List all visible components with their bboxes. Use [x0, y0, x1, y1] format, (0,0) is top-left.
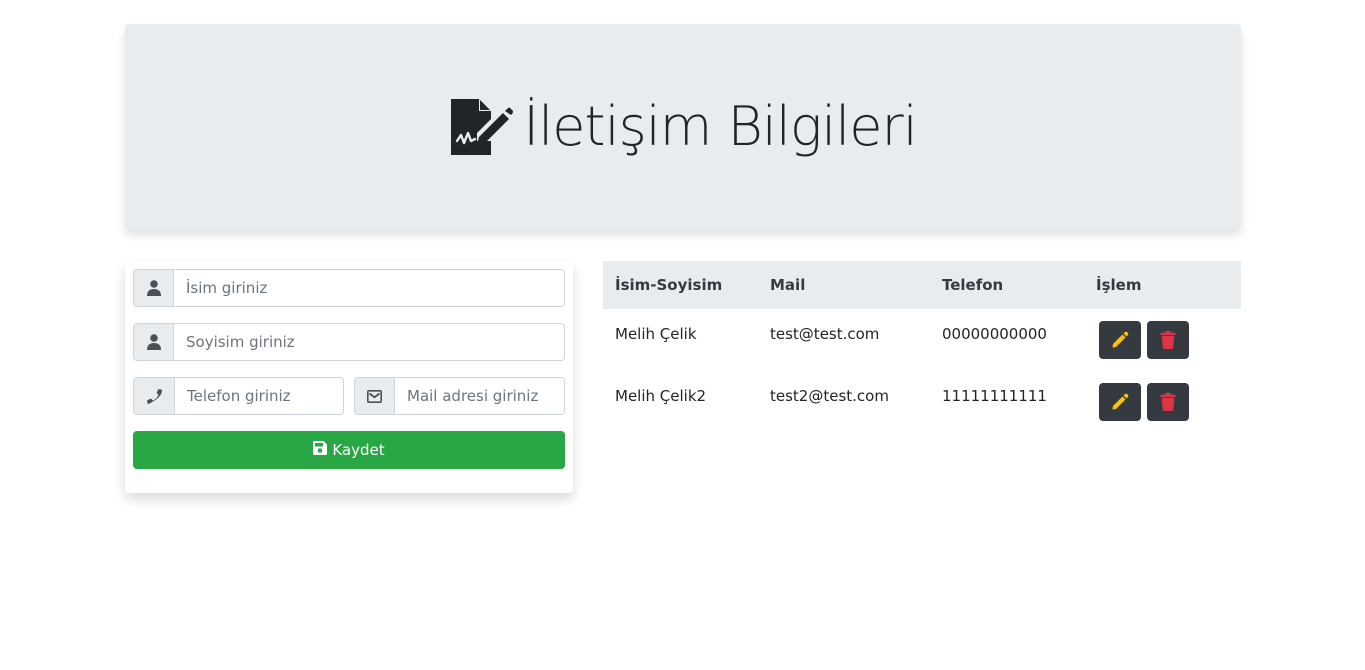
user-icon — [134, 270, 174, 306]
envelope-icon — [355, 378, 395, 414]
table-row: Melih Çelik2 test2@test.com 11111111111 — [603, 371, 1241, 433]
first-name-input[interactable] — [174, 270, 564, 306]
column-header-actions: İşlem — [1096, 276, 1142, 294]
phone-group — [133, 377, 344, 415]
cell-name: Melih Çelik — [615, 325, 697, 343]
cell-phone: 11111111111 — [942, 387, 1047, 405]
mail-input[interactable] — [395, 378, 564, 414]
save-button-label: Kaydet — [332, 441, 385, 459]
table-header-row: İsim-Soyisim Mail Telefon İşlem — [603, 261, 1241, 309]
pencil-icon — [1112, 331, 1129, 348]
page-title-text: İletişim Bilgileri — [523, 95, 917, 158]
last-name-input[interactable] — [174, 324, 564, 360]
cell-mail: test2@test.com — [770, 387, 889, 405]
user-icon — [134, 324, 174, 360]
cell-actions — [1084, 309, 1241, 371]
cell-mail: test@test.com — [770, 325, 880, 343]
last-name-group — [133, 323, 565, 361]
delete-button[interactable] — [1147, 383, 1189, 421]
phone-icon — [134, 378, 175, 414]
column-header-mail: Mail — [770, 276, 806, 294]
contact-form: Kaydet — [125, 261, 573, 493]
cell-name: Melih Çelik2 — [615, 387, 707, 405]
phone-input[interactable] — [175, 378, 343, 414]
save-icon — [313, 441, 328, 459]
file-signature-icon — [449, 97, 514, 157]
save-button[interactable]: Kaydet — [133, 431, 565, 469]
contacts-table: İsim-Soyisim Mail Telefon İşlem Melih Çe… — [603, 261, 1241, 433]
table-row: Melih Çelik test@test.com 00000000000 — [603, 309, 1241, 371]
trash-icon — [1160, 331, 1176, 349]
edit-button[interactable] — [1099, 383, 1141, 421]
contacts-table-container: İsim-Soyisim Mail Telefon İşlem Melih Çe… — [603, 261, 1241, 433]
delete-button[interactable] — [1147, 321, 1189, 359]
column-header-phone: Telefon — [942, 276, 1004, 294]
cell-phone: 00000000000 — [942, 325, 1047, 343]
cell-actions — [1084, 371, 1241, 433]
first-name-group — [133, 269, 565, 307]
header-jumbotron: İletişim Bilgileri — [125, 24, 1241, 229]
column-header-name: İsim-Soyisim — [615, 276, 723, 294]
pencil-icon — [1112, 393, 1129, 410]
edit-button[interactable] — [1099, 321, 1141, 359]
mail-group — [354, 377, 565, 415]
page-title: İletişim Bilgileri — [449, 95, 918, 158]
trash-icon — [1160, 393, 1176, 411]
